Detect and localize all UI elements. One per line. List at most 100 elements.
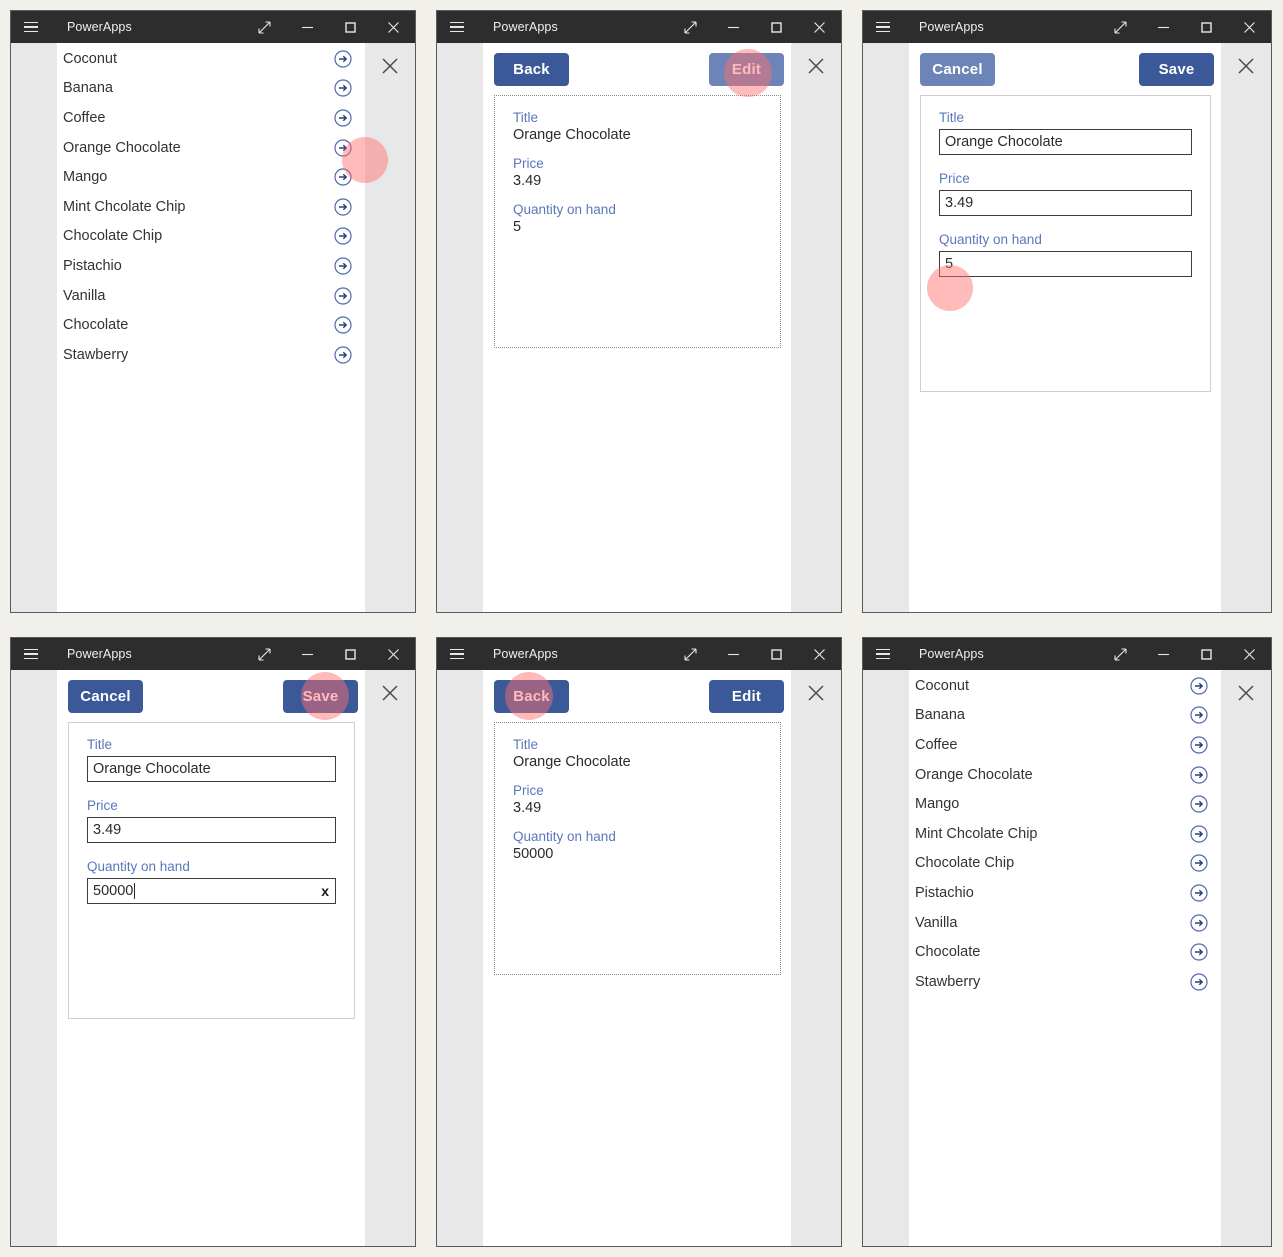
quantity-input[interactable]: 50000 x bbox=[87, 878, 336, 904]
app-close-icon[interactable] bbox=[377, 680, 403, 706]
hamburger-menu-icon[interactable] bbox=[437, 11, 477, 43]
gallery-row[interactable]: Pistachio bbox=[57, 251, 365, 281]
chevron-arrow-icon[interactable] bbox=[1189, 972, 1209, 992]
gallery-row[interactable]: Coffee bbox=[909, 730, 1221, 760]
hamburger-menu-icon[interactable] bbox=[11, 638, 51, 670]
gallery-row[interactable]: Coffee bbox=[57, 103, 365, 133]
chevron-arrow-icon[interactable] bbox=[333, 108, 353, 128]
gallery-row[interactable]: Stawberry bbox=[57, 340, 365, 370]
gallery-row[interactable]: Stawberry bbox=[909, 967, 1221, 997]
chevron-arrow-icon[interactable] bbox=[1189, 942, 1209, 962]
restore-arrows-icon[interactable] bbox=[669, 11, 712, 43]
restore-arrows-icon[interactable] bbox=[243, 11, 286, 43]
window-close-icon[interactable] bbox=[1228, 638, 1271, 670]
gallery-row[interactable]: Vanilla bbox=[57, 281, 365, 311]
restore-arrows-icon[interactable] bbox=[243, 638, 286, 670]
chevron-arrow-icon[interactable] bbox=[333, 226, 353, 246]
app-close-icon[interactable] bbox=[803, 680, 829, 706]
title-input[interactable]: Orange Chocolate bbox=[939, 129, 1192, 155]
app-close-icon[interactable] bbox=[1233, 53, 1259, 79]
gallery-row[interactable]: Orange Chocolate bbox=[909, 760, 1221, 790]
price-input[interactable]: 3.49 bbox=[939, 190, 1192, 216]
save-button[interactable]: Save bbox=[1139, 52, 1214, 86]
chevron-arrow-icon[interactable] bbox=[1189, 883, 1209, 903]
chevron-arrow-icon[interactable] bbox=[1189, 735, 1209, 755]
quantity-input[interactable]: 5 bbox=[939, 251, 1192, 277]
chevron-arrow-icon[interactable] bbox=[1189, 913, 1209, 933]
chevron-arrow-icon[interactable] bbox=[333, 286, 353, 306]
minimize-icon[interactable] bbox=[1142, 11, 1185, 43]
gallery-item-label: Orange Chocolate bbox=[63, 139, 181, 156]
chevron-arrow-icon[interactable] bbox=[1189, 853, 1209, 873]
minimize-icon[interactable] bbox=[712, 11, 755, 43]
chevron-arrow-icon[interactable] bbox=[1189, 765, 1209, 785]
edit-button[interactable]: Edit bbox=[709, 679, 784, 713]
window-close-icon[interactable] bbox=[798, 638, 841, 670]
maximize-icon[interactable] bbox=[1185, 638, 1228, 670]
chevron-arrow-icon[interactable] bbox=[333, 138, 353, 158]
screenshot-grid: PowerApps Coconut Banana Coffee Orange C… bbox=[0, 0, 1283, 1257]
gallery-row[interactable]: Chocolate Chip bbox=[909, 849, 1221, 879]
gallery-row[interactable]: Coconut bbox=[909, 671, 1221, 701]
window-close-icon[interactable] bbox=[798, 11, 841, 43]
chevron-arrow-icon[interactable] bbox=[333, 78, 353, 98]
maximize-icon[interactable] bbox=[755, 11, 798, 43]
gallery-row[interactable]: Pistachio bbox=[909, 878, 1221, 908]
chevron-arrow-icon[interactable] bbox=[333, 49, 353, 69]
maximize-icon[interactable] bbox=[329, 11, 372, 43]
maximize-icon[interactable] bbox=[1185, 11, 1228, 43]
chevron-arrow-icon[interactable] bbox=[1189, 676, 1209, 696]
edit-button[interactable]: Edit bbox=[709, 52, 784, 86]
gallery-row-selected[interactable]: Orange Chocolate bbox=[57, 133, 365, 163]
gallery-row[interactable]: Mango bbox=[909, 789, 1221, 819]
app-close-icon[interactable] bbox=[1233, 680, 1259, 706]
maximize-icon[interactable] bbox=[329, 638, 372, 670]
gallery-row[interactable]: Chocolate bbox=[909, 937, 1221, 967]
gallery-row[interactable]: Vanilla bbox=[909, 908, 1221, 938]
maximize-icon[interactable] bbox=[755, 638, 798, 670]
gallery-row[interactable]: Mango bbox=[57, 162, 365, 192]
chevron-arrow-icon[interactable] bbox=[333, 197, 353, 217]
hamburger-menu-icon[interactable] bbox=[11, 11, 51, 43]
chevron-arrow-icon[interactable] bbox=[333, 345, 353, 365]
back-button[interactable]: Back bbox=[494, 679, 569, 713]
window-close-icon[interactable] bbox=[1228, 11, 1271, 43]
minimize-icon[interactable] bbox=[712, 638, 755, 670]
gallery-item-label: Coconut bbox=[915, 677, 970, 694]
gallery-row[interactable]: Banana bbox=[57, 74, 365, 104]
minimize-icon[interactable] bbox=[286, 638, 329, 670]
chevron-arrow-icon[interactable] bbox=[333, 256, 353, 276]
chevron-arrow-icon[interactable] bbox=[333, 315, 353, 335]
hamburger-menu-icon[interactable] bbox=[437, 638, 477, 670]
cancel-button[interactable]: Cancel bbox=[68, 679, 143, 713]
gallery-row[interactable]: Mint Chcolate Chip bbox=[909, 819, 1221, 849]
app-canvas: Coconut Banana Coffee Orange Chocolate M… bbox=[57, 43, 365, 612]
minimize-icon[interactable] bbox=[1142, 638, 1185, 670]
save-button[interactable]: Save bbox=[283, 679, 358, 713]
hamburger-menu-icon[interactable] bbox=[863, 11, 903, 43]
chevron-arrow-icon[interactable] bbox=[1189, 794, 1209, 814]
cancel-button[interactable]: Cancel bbox=[920, 52, 995, 86]
gallery-row[interactable]: Chocolate bbox=[57, 310, 365, 340]
back-button[interactable]: Back bbox=[494, 52, 569, 86]
gallery-row[interactable]: Mint Chcolate Chip bbox=[57, 192, 365, 222]
chevron-arrow-icon[interactable] bbox=[1189, 705, 1209, 725]
window-close-icon[interactable] bbox=[372, 638, 415, 670]
hamburger-menu-icon[interactable] bbox=[863, 638, 903, 670]
window-close-icon[interactable] bbox=[372, 11, 415, 43]
clear-icon[interactable]: x bbox=[321, 884, 329, 898]
restore-arrows-icon[interactable] bbox=[669, 638, 712, 670]
title-input[interactable]: Orange Chocolate bbox=[87, 756, 336, 782]
app-close-icon[interactable] bbox=[803, 53, 829, 79]
restore-arrows-icon[interactable] bbox=[1099, 11, 1142, 43]
gallery-row[interactable]: Banana bbox=[909, 701, 1221, 731]
title-input-value: Orange Chocolate bbox=[93, 761, 211, 777]
gallery-row[interactable]: Coconut bbox=[57, 44, 365, 74]
chevron-arrow-icon[interactable] bbox=[1189, 824, 1209, 844]
app-close-icon[interactable] bbox=[377, 53, 403, 79]
minimize-icon[interactable] bbox=[286, 11, 329, 43]
price-input[interactable]: 3.49 bbox=[87, 817, 336, 843]
gallery-row[interactable]: Chocolate Chip bbox=[57, 222, 365, 252]
chevron-arrow-icon[interactable] bbox=[333, 167, 353, 187]
restore-arrows-icon[interactable] bbox=[1099, 638, 1142, 670]
